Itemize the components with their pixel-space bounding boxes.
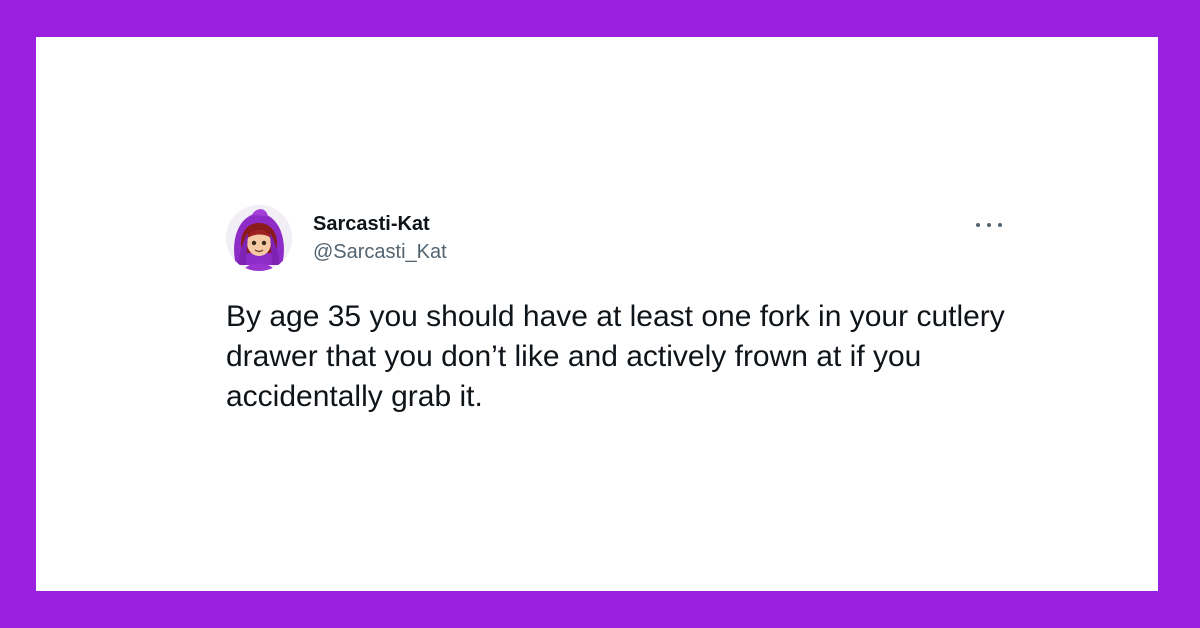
more-dot bbox=[987, 223, 991, 227]
more-dot bbox=[998, 223, 1002, 227]
user-handle[interactable]: @Sarcasti_Kat bbox=[313, 239, 447, 265]
tweet-text: By age 35 you should have at least one f… bbox=[226, 300, 1005, 413]
more-dot bbox=[976, 223, 980, 227]
more-options-icon[interactable] bbox=[976, 215, 1002, 235]
tweet-card: Sarcasti-Kat @Sarcasti_Kat By age 35 you… bbox=[36, 37, 1158, 591]
avatar[interactable] bbox=[226, 205, 292, 271]
purple-frame: Sarcasti-Kat @Sarcasti_Kat By age 35 you… bbox=[0, 0, 1200, 628]
tweet-author: Sarcasti-Kat @Sarcasti_Kat bbox=[313, 211, 447, 265]
tweet: Sarcasti-Kat @Sarcasti_Kat By age 35 you… bbox=[226, 203, 1006, 417]
avatar-illustration bbox=[226, 205, 292, 271]
tweet-header: Sarcasti-Kat @Sarcasti_Kat bbox=[226, 203, 1006, 273]
display-name[interactable]: Sarcasti-Kat bbox=[313, 211, 447, 237]
